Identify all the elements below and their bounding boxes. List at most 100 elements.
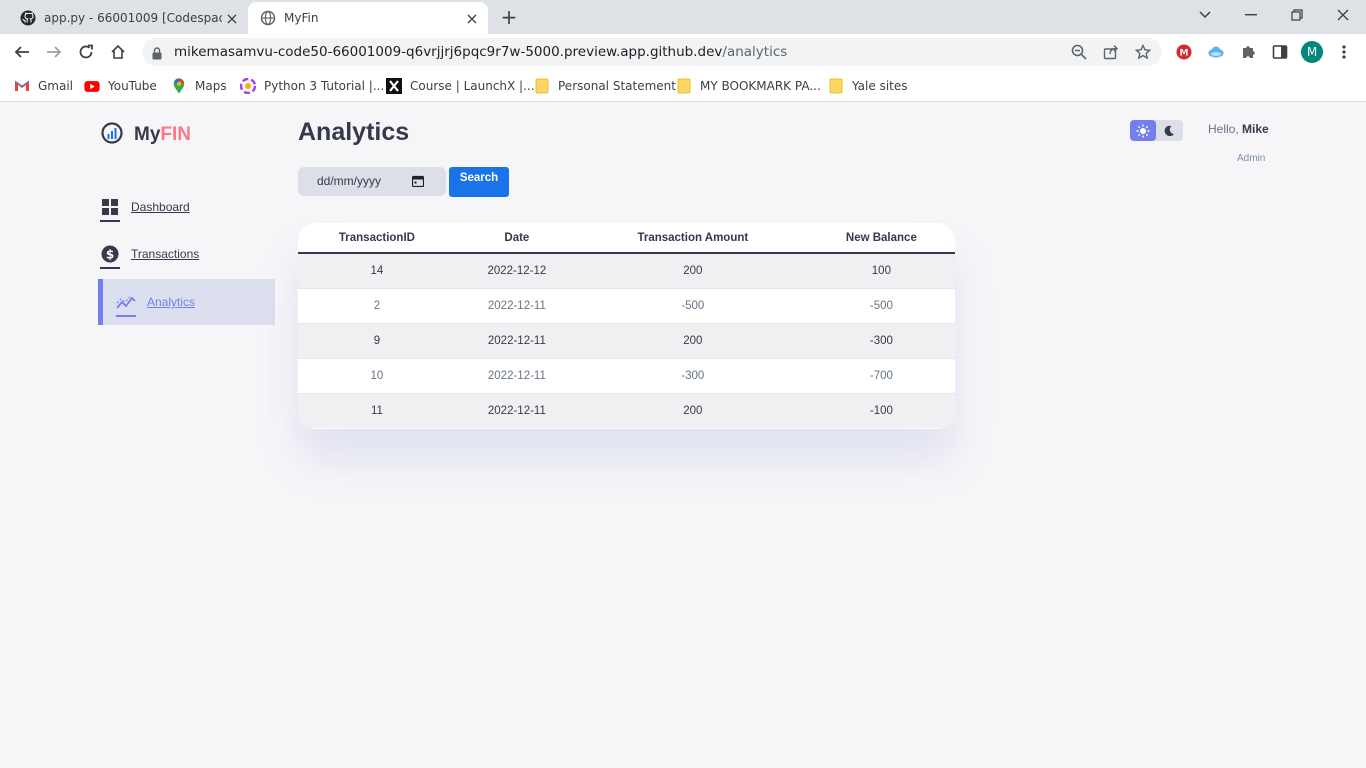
bookmark-personal-statement[interactable]: Personal Statement [534, 76, 676, 96]
cell-amount: 200 [577, 253, 808, 289]
side-panel-icon[interactable] [1270, 42, 1290, 62]
sidebar-icon-underline [100, 220, 120, 222]
user-role: Admin [1237, 153, 1266, 164]
cell-amount: 200 [577, 323, 808, 359]
dark-mode-moon-icon[interactable] [1156, 120, 1182, 141]
folder-icon [534, 78, 550, 94]
cell-balance: -700 [807, 358, 955, 394]
tab-title: app.py - 66001009 [Codespaces] [44, 11, 222, 25]
logo-text: MyFIN [134, 124, 191, 146]
table-row: 2 2022-12-11 -500 -500 [298, 288, 955, 324]
launchx-icon [386, 78, 402, 94]
column-header: Date [455, 223, 578, 254]
sidebar-item-dashboard[interactable]: Dashboard [98, 184, 275, 230]
user-greeting: Hello, Mike [1208, 122, 1269, 136]
analytics-icon [116, 292, 136, 317]
app-logo[interactable]: MyFIN [100, 121, 191, 149]
sidebar-icon-underline [116, 315, 136, 317]
back-icon[interactable] [10, 40, 34, 64]
forward-icon[interactable] [42, 40, 66, 64]
transactions-table: TransactionID Date Transaction Amount Ne… [298, 223, 955, 429]
profile-avatar[interactable]: M [1301, 41, 1323, 63]
address-bar[interactable]: mikemasamvu-code50-66001009-q6vrjjrj6pqc… [142, 38, 1162, 66]
restore-icon[interactable] [1284, 4, 1310, 26]
user-name: Mike [1242, 122, 1269, 136]
close-tab-icon[interactable]: × [222, 8, 242, 28]
close-tab-icon[interactable]: × [462, 8, 482, 28]
python-icon [240, 78, 256, 94]
home-icon[interactable] [106, 40, 130, 64]
reload-icon[interactable] [74, 40, 98, 64]
sidebar-item-analytics[interactable]: Analytics [98, 279, 275, 325]
light-mode-sun-icon[interactable] [1130, 120, 1156, 141]
bookmark-youtube[interactable]: YouTube [84, 76, 157, 96]
url-text: mikemasamvu-code50-66001009-q6vrjjrj6pqc… [174, 44, 787, 60]
cell-date: 2022-12-11 [455, 323, 578, 359]
gmail-icon [14, 78, 30, 94]
sidebar-item-transactions[interactable]: $ Transactions [98, 231, 275, 277]
cell-amount: -500 [577, 288, 808, 324]
url-path: /analytics [722, 44, 788, 60]
youtube-icon [84, 78, 100, 94]
bookmark-gmail[interactable]: Gmail [14, 76, 73, 96]
extension-mega-icon[interactable]: M [1174, 42, 1194, 62]
share-icon[interactable] [1102, 43, 1120, 61]
tab-search-icon[interactable] [1192, 4, 1218, 26]
sidebar-item-label: Dashboard [131, 200, 190, 214]
bookmark-label: Yale sites [852, 79, 908, 93]
extension-cloud-icon[interactable] [1206, 42, 1226, 62]
bookmark-label: Course | LaunchX |... [410, 79, 535, 93]
bookmark-star-icon[interactable] [1134, 43, 1152, 61]
bookmark-label: Python 3 Tutorial |... [264, 79, 385, 93]
cell-balance: -500 [807, 288, 955, 324]
svg-text:$: $ [106, 248, 114, 262]
cell-balance: 100 [807, 253, 955, 289]
search-button[interactable]: Search [449, 167, 509, 197]
browser-toolbar: mikemasamvu-code50-66001009-q6vrjjrj6pqc… [0, 34, 1366, 70]
cell-date: 2022-12-11 [455, 393, 578, 428]
page-title: Analytics [298, 118, 410, 146]
table-header-row: TransactionID Date Transaction Amount Ne… [298, 223, 955, 254]
globe-icon [260, 10, 276, 26]
close-window-icon[interactable] [1330, 4, 1356, 26]
cell-transaction-id: 10 [298, 358, 456, 394]
logo-icon [100, 121, 124, 149]
cell-transaction-id: 9 [298, 323, 456, 359]
sidebar-icon-underline [100, 267, 120, 269]
zoom-icon[interactable] [1070, 43, 1088, 61]
bookmark-label: Gmail [38, 79, 74, 93]
column-header: Transaction Amount [577, 223, 808, 254]
table-row: 11 2022-12-11 200 -100 [298, 393, 955, 428]
dollar-icon: $ [100, 244, 120, 269]
tab-codespaces[interactable]: app.py - 66001009 [Codespaces] × [8, 2, 248, 34]
cell-date: 2022-12-11 [455, 358, 578, 394]
extensions-puzzle-icon[interactable] [1238, 42, 1258, 62]
cell-transaction-id: 14 [298, 253, 456, 289]
folder-icon [828, 78, 844, 94]
svg-text:M: M [1180, 49, 1189, 59]
theme-toggle[interactable] [1130, 120, 1183, 141]
bookmark-yale-sites[interactable]: Yale sites [828, 76, 908, 96]
logo-main: My [134, 124, 161, 145]
sidebar-item-label: Analytics [147, 295, 196, 309]
minimize-icon[interactable] [1238, 4, 1264, 26]
calendar-icon[interactable] [411, 175, 425, 190]
bookmark-label: YouTube [108, 79, 157, 93]
tab-myfin[interactable]: MyFin × [248, 2, 488, 34]
menu-dots-icon[interactable] [1334, 42, 1354, 62]
url-host: mikemasamvu-code50-66001009-q6vrjjrj6pqc… [174, 44, 723, 60]
bookmark-python-tutorial[interactable]: Python 3 Tutorial |... [240, 76, 384, 96]
cell-balance: -300 [807, 323, 955, 359]
bookmark-launchx[interactable]: Course | LaunchX |... [386, 76, 535, 96]
cell-date: 2022-12-11 [455, 288, 578, 324]
dashboard-icon [100, 197, 120, 222]
date-input[interactable]: dd/mm/yyyy [298, 167, 446, 196]
folder-icon [676, 78, 692, 94]
bookmark-maps[interactable]: Maps [171, 76, 227, 96]
column-header: New Balance [807, 223, 955, 254]
new-tab-button[interactable]: + [498, 7, 520, 29]
cell-transaction-id: 2 [298, 288, 456, 324]
bookmark-label: MY BOOKMARK PA... [700, 79, 821, 93]
bookmark-my-bookmark-page[interactable]: MY BOOKMARK PA... [676, 76, 821, 96]
cell-amount: -300 [577, 358, 808, 394]
